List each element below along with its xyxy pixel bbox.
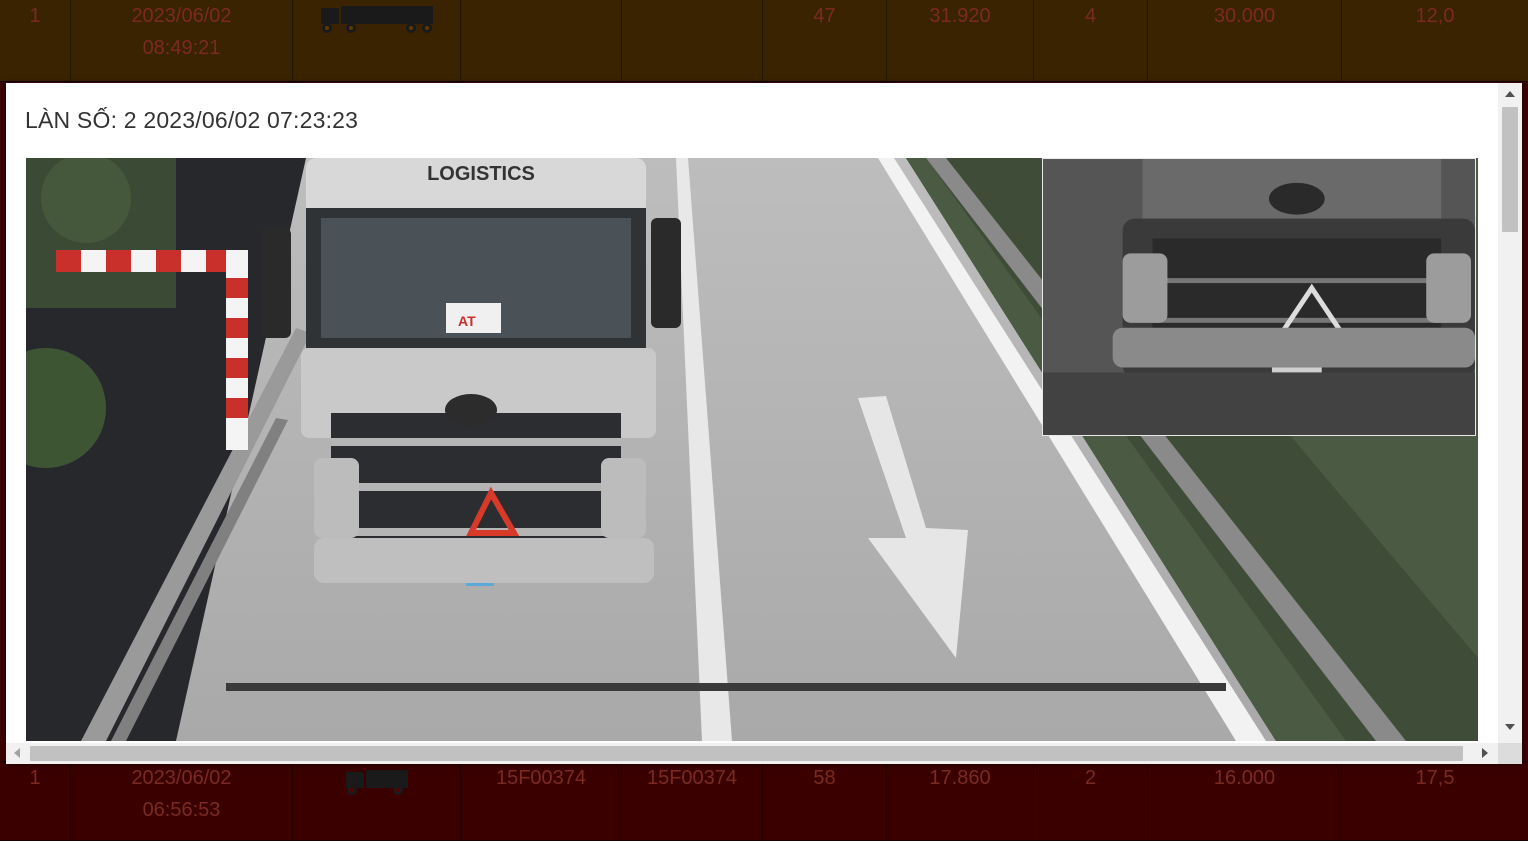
row-col-a: 58 bbox=[763, 762, 887, 840]
row-timestamp: 2023/06/02 08:49:21 bbox=[71, 0, 293, 81]
vertical-scrollbar[interactable] bbox=[1498, 83, 1522, 743]
row-index: 1 bbox=[0, 762, 71, 840]
row-axles: 2 bbox=[1034, 762, 1148, 840]
row-date: 2023/06/02 bbox=[131, 5, 232, 27]
row-plate-front bbox=[461, 0, 622, 81]
row-allowed-weight: 30.000 bbox=[1148, 0, 1342, 81]
scroll-left-arrow-icon[interactable] bbox=[14, 748, 20, 758]
scrollbar-corner bbox=[1498, 743, 1522, 764]
row-allowed-weight: 16.000 bbox=[1148, 762, 1342, 840]
horizontal-scrollbar[interactable] bbox=[6, 743, 1498, 764]
row-index: 1 bbox=[0, 0, 71, 81]
image-modal: LÀN SỐ: 2 2023/06/02 07:23:23 LOGISTICS … bbox=[6, 83, 1522, 764]
truck-trailer-icon bbox=[320, 6, 433, 33]
row-overload-percent: 12,0 bbox=[1415, 5, 1455, 27]
row-vehicle-type bbox=[293, 762, 461, 840]
plate-camera-image bbox=[1042, 158, 1476, 436]
row-date: 2023/06/02 bbox=[131, 767, 232, 789]
row-timestamp: 2023/06/02 06:56:53 bbox=[71, 762, 293, 840]
row-gross-weight: 17.860 bbox=[887, 762, 1034, 840]
modal-title: LÀN SỐ: 2 2023/06/02 07:23:23 bbox=[25, 107, 359, 133]
scroll-up-arrow-icon[interactable] bbox=[1505, 91, 1515, 97]
row-time: 06:56:53 bbox=[142, 799, 221, 821]
row-gross-weight: 31.920 bbox=[887, 0, 1034, 81]
row-overload-percent: 17,5 bbox=[1415, 767, 1455, 789]
row-time: 08:49:21 bbox=[142, 37, 221, 59]
horizontal-scroll-thumb[interactable] bbox=[30, 746, 1463, 761]
row-plate-front: 15F00374 bbox=[461, 762, 622, 840]
row-plate-rear bbox=[622, 0, 763, 81]
row-plate-rear: 15F00374 bbox=[622, 762, 763, 840]
truck-logistics-text: LOGISTICS bbox=[427, 163, 535, 185]
table-row-bottom[interactable]: 1 2023/06/02 06:56:53 15F00374 15F00374 … bbox=[0, 762, 1528, 841]
truck-icon bbox=[345, 770, 408, 795]
table-row-top[interactable]: 1 2023/06/02 08:49:21 47 31.920 4 30.000… bbox=[0, 0, 1528, 82]
scroll-down-arrow-icon[interactable] bbox=[1505, 724, 1515, 730]
vertical-scroll-thumb[interactable] bbox=[1502, 107, 1518, 232]
image-viewport[interactable]: LOGISTICS AT bbox=[26, 158, 1478, 741]
windshield-sticker: AT bbox=[458, 313, 476, 329]
scroll-right-arrow-icon[interactable] bbox=[1482, 748, 1488, 758]
row-col-a: 47 bbox=[763, 0, 887, 81]
row-axles: 4 bbox=[1034, 0, 1148, 81]
row-vehicle-type bbox=[293, 0, 461, 81]
